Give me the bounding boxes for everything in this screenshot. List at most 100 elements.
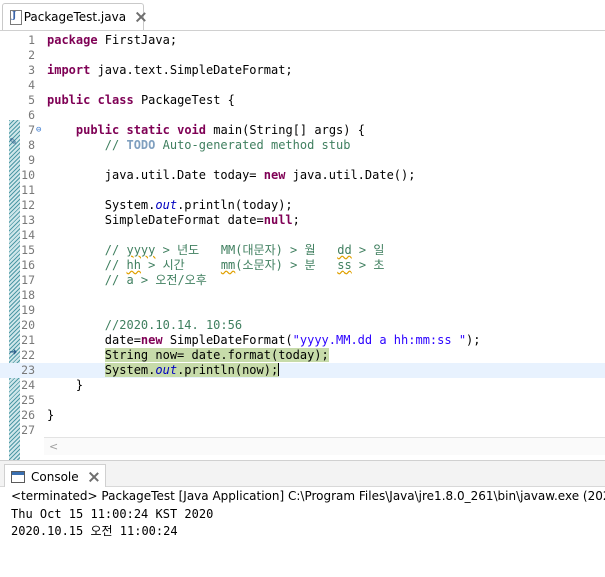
console-line: 2020.10.15 오전 11:00:24 bbox=[11, 524, 178, 538]
code-token: new bbox=[140, 333, 163, 347]
code-token: out bbox=[155, 198, 178, 212]
code-token: Auto-generated method stub bbox=[155, 138, 351, 152]
code-token: yyyy bbox=[126, 243, 156, 257]
line-number: 7 bbox=[28, 123, 35, 137]
line-number: 10 bbox=[21, 168, 35, 182]
fold-toggle-icon[interactable]: ⊖ bbox=[36, 123, 41, 138]
horizontal-scrollbar[interactable]: < bbox=[44, 437, 605, 455]
code-line[interactable]: 20 //2020.10.14. 10:56 bbox=[0, 318, 605, 333]
code-token: class bbox=[97, 93, 134, 107]
code-line[interactable]: 9 bbox=[0, 153, 605, 168]
code-text: String now= date.format(today); bbox=[47, 348, 329, 363]
line-number: 4 bbox=[28, 78, 35, 92]
scroll-left-icon[interactable]: < bbox=[49, 440, 58, 453]
code-line[interactable]: 7 ⊖ public static void main(String[] args… bbox=[0, 123, 605, 138]
code-line[interactable]: 26} bbox=[0, 408, 605, 423]
code-line[interactable]: 22 String now= date.format(today); bbox=[0, 348, 605, 363]
code-line[interactable]: 12 System.out.println(today); bbox=[0, 198, 605, 213]
code-line[interactable]: 10 java.util.Date today= new java.util.D… bbox=[0, 168, 605, 183]
code-token: .println(now); bbox=[177, 363, 279, 377]
code-token: date= bbox=[47, 333, 141, 347]
line-number: 24 bbox=[21, 378, 35, 392]
code-line[interactable]: 16 // hh > 시간 mm(소문자) > 분 ss > 초 bbox=[0, 258, 605, 273]
close-icon[interactable] bbox=[136, 12, 143, 22]
code-line[interactable]: 8 // TODO Auto-generated method stub bbox=[0, 138, 605, 153]
tab-console[interactable]: Console bbox=[4, 464, 106, 488]
code-line[interactable]: 6 bbox=[0, 108, 605, 123]
code-line[interactable]: 19 bbox=[0, 303, 605, 318]
code-token: // bbox=[47, 258, 127, 272]
code-line[interactable]: 5 public class PackageTest { bbox=[0, 93, 605, 108]
code-token: java.text.SimpleDateFormat; bbox=[90, 63, 293, 77]
line-number: 23 bbox=[21, 363, 35, 377]
line-number: 15 bbox=[21, 243, 35, 257]
code-line[interactable]: 11 bbox=[0, 183, 605, 198]
code-token: dd bbox=[337, 243, 352, 257]
line-number: 6 bbox=[28, 108, 35, 122]
code-line[interactable]: 1 package FirstJava; bbox=[0, 33, 605, 48]
line-number: 16 bbox=[21, 258, 35, 272]
line-number: 9 bbox=[28, 153, 35, 167]
code-token: ); bbox=[466, 333, 481, 347]
code-text: // TODO Auto-generated method stub bbox=[47, 138, 351, 153]
code-token: import bbox=[47, 63, 91, 77]
code-line[interactable]: 14 bbox=[0, 228, 605, 243]
code-line[interactable]: 4 bbox=[0, 78, 605, 93]
code-text: // a > 오전/오후 bbox=[47, 273, 207, 288]
line-number: 5 bbox=[28, 93, 35, 107]
line-number: 8 bbox=[28, 138, 35, 152]
code-line[interactable]: 27 bbox=[0, 423, 605, 438]
code-line[interactable]: 17 // a > 오전/오후 bbox=[0, 273, 605, 288]
code-line[interactable]: 21 date=new SimpleDateFormat("yyyy.MM.dd… bbox=[0, 333, 605, 348]
code-token: package bbox=[47, 33, 98, 47]
editor-tab-packagetest[interactable]: J PackageTest.java bbox=[2, 3, 144, 30]
code-token: static bbox=[126, 123, 170, 137]
code-token: java.util.Date today= bbox=[47, 168, 264, 182]
code-token: main(String[] args) { bbox=[206, 123, 365, 137]
code-token: FirstJava; bbox=[97, 33, 178, 47]
code-line[interactable]: 15 // yyyy > 년도 MM(대문자) > 월 dd > 일 bbox=[0, 243, 605, 258]
code-token: //2020.10.14. 10:56 bbox=[47, 318, 243, 332]
code-token: > 일 bbox=[351, 243, 385, 257]
code-line[interactable]: 25 bbox=[0, 393, 605, 408]
code-editor[interactable]: ✎ ➜ 1 package FirstJava; 2 3 import java.tex… bbox=[0, 31, 605, 465]
console-output[interactable]: <terminated> PackageTest [Java Applicati… bbox=[0, 487, 605, 577]
code-line[interactable]: 13 SimpleDateFormat date=null; bbox=[0, 213, 605, 228]
code-text: package FirstJava; bbox=[47, 33, 177, 48]
line-number: 26 bbox=[21, 408, 35, 422]
code-token: (소문자) > 분 bbox=[235, 258, 338, 272]
code-token: public bbox=[75, 123, 120, 137]
line-number: 19 bbox=[21, 303, 35, 317]
code-line[interactable]: 24 } bbox=[0, 378, 605, 393]
code-token: } bbox=[47, 408, 55, 422]
code-text: System.out.println(today); bbox=[47, 198, 293, 213]
code-text: SimpleDateFormat date=null; bbox=[47, 213, 300, 228]
code-token: SimpleDateFormat( bbox=[162, 333, 293, 347]
code-token: > 시간 bbox=[140, 258, 221, 272]
code-token: // bbox=[104, 138, 127, 152]
close-icon[interactable] bbox=[89, 472, 99, 482]
code-token: // bbox=[47, 243, 127, 257]
code-token: > 년도 MM(대문자) > 월 bbox=[155, 243, 338, 257]
line-number: 1 bbox=[28, 33, 35, 47]
code-text: } bbox=[47, 378, 83, 393]
code-text: java.util.Date today= new java.util.Date… bbox=[47, 168, 416, 183]
line-number: 17 bbox=[21, 273, 35, 287]
console-line: Thu Oct 15 11:00:24 KST 2020 bbox=[11, 507, 214, 521]
code-line[interactable]: 3 import java.text.SimpleDateFormat; bbox=[0, 63, 605, 78]
line-number: 25 bbox=[21, 393, 35, 407]
code-token: TODO bbox=[126, 138, 156, 152]
code-line[interactable]: 2 bbox=[0, 48, 605, 63]
code-line[interactable]: 23 System.out.println(now); bbox=[0, 363, 605, 378]
code-token: PackageTest { bbox=[133, 93, 235, 107]
line-number: 2 bbox=[28, 48, 35, 62]
code-token: // a > 오전/오후 bbox=[47, 273, 207, 287]
code-line[interactable]: 18 bbox=[0, 288, 605, 303]
code-token: SimpleDateFormat date= bbox=[47, 213, 264, 227]
code-token: System. bbox=[104, 363, 156, 377]
console-tab-bar: Console bbox=[0, 460, 605, 488]
